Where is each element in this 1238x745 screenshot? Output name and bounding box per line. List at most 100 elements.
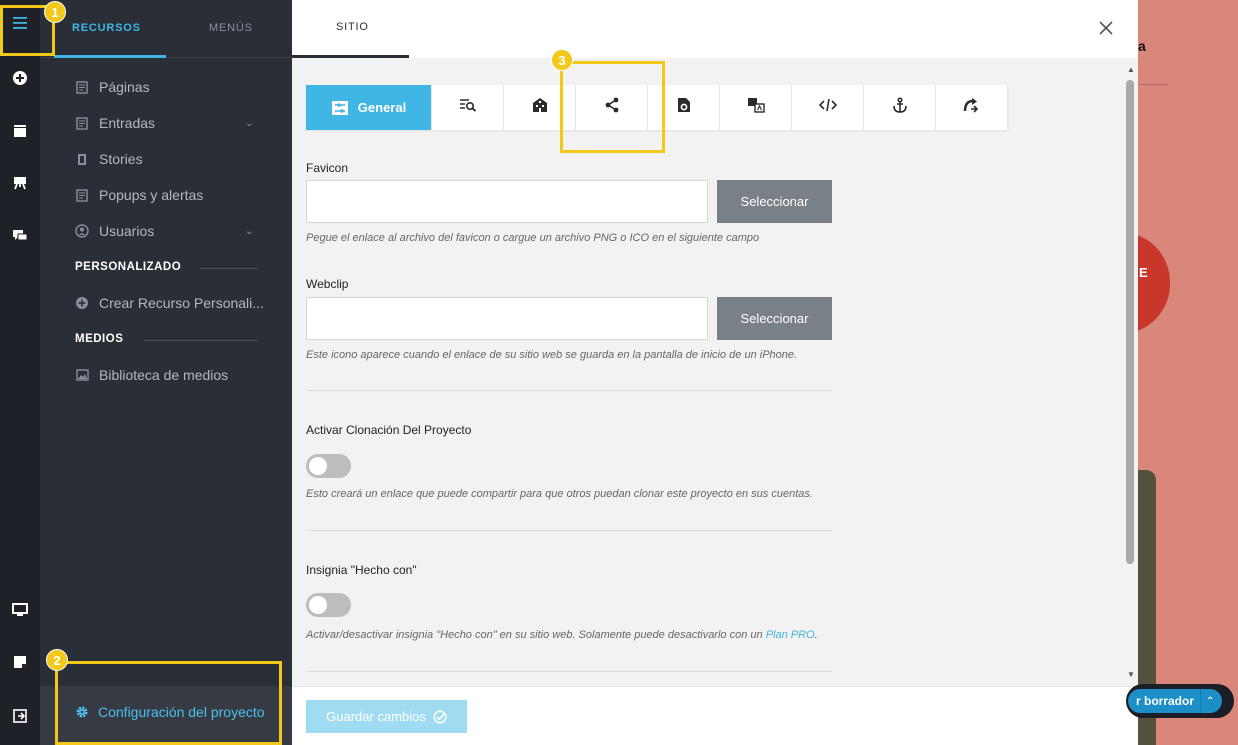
save-draft-label: r borrador: [1136, 694, 1195, 708]
sidebar-item-label: Stories: [99, 151, 143, 167]
add-circle-icon[interactable]: [0, 60, 40, 96]
section-medios: MEDIOS: [75, 333, 124, 345]
logout-icon[interactable]: [0, 698, 40, 734]
icon-rail: [0, 0, 40, 745]
code-icon: [818, 98, 837, 117]
badge-help-text: Activar/desactivar insignia "Hecho con" …: [306, 629, 818, 641]
easel-icon[interactable]: [0, 165, 40, 201]
callout-box-2: [55, 661, 282, 745]
callout-box-3: [560, 61, 665, 153]
translate-icon: [747, 97, 765, 118]
cloning-label: Activar Clonación Del Proyecto: [306, 423, 472, 437]
tab-sitio[interactable]: SITIO: [336, 21, 369, 33]
section-divider: [144, 340, 257, 341]
note-icon[interactable]: [0, 644, 40, 680]
plan-pro-link[interactable]: Plan PRO: [766, 629, 815, 641]
sidebar-item-paginas[interactable]: Páginas: [75, 76, 150, 98]
toggle-knob: [309, 457, 327, 475]
file-gear-icon: [677, 97, 691, 118]
section-divider: [306, 530, 832, 531]
save-changes-button[interactable]: Guardar cambios: [306, 700, 467, 733]
section-personalizado: PERSONALIZADO: [75, 261, 182, 273]
scroll-down-icon[interactable]: ▼: [1126, 669, 1136, 679]
tool-code[interactable]: [792, 85, 864, 130]
background-mark: a: [1138, 38, 1146, 54]
callout-badge-1: 1: [44, 1, 66, 23]
chevron-down-icon[interactable]: ⌄: [245, 220, 253, 242]
sidebar-item-usuarios[interactable]: Usuarios ⌄: [75, 220, 295, 242]
section-divider: [306, 390, 832, 391]
background-page-preview: a E: [1138, 0, 1238, 745]
save-changes-label: Guardar cambios: [326, 709, 426, 724]
sidebar-item-popups[interactable]: Popups y alertas: [75, 184, 203, 206]
badge-label: Insignia "Hecho con": [306, 563, 417, 577]
badge-toggle[interactable]: [306, 593, 351, 617]
badge-help-prefix: Activar/desactivar insignia "Hecho con" …: [306, 629, 766, 641]
webclip-label: Webclip: [306, 277, 349, 291]
favicon-help-text: Pegue el enlace al archivo del favicon o…: [306, 232, 760, 244]
page-icon: [75, 116, 89, 130]
box-icon[interactable]: [0, 113, 40, 149]
scroll-up-icon[interactable]: ▲: [1126, 64, 1136, 74]
building-icon: [531, 97, 549, 118]
tool-general[interactable]: General: [306, 85, 432, 130]
toggle-knob: [309, 596, 327, 614]
anchor-icon: [892, 97, 908, 118]
story-icon: [75, 152, 89, 166]
webclip-input[interactable]: [306, 297, 708, 340]
draft-separator: [1200, 689, 1202, 713]
active-tab-indicator: [54, 55, 166, 58]
tool-general-label: General: [357, 100, 407, 115]
sidebar-item-label: Usuarios: [99, 223, 155, 239]
chevron-up-icon[interactable]: ⌃: [1206, 696, 1214, 707]
webclip-help-text: Este icono aparece cuando el enlace de s…: [306, 349, 798, 361]
background-line: [1138, 84, 1168, 85]
panel-header: SITIO: [292, 0, 1138, 58]
cloning-toggle[interactable]: [306, 454, 351, 478]
redirect-icon: [963, 97, 981, 118]
favicon-select-button[interactable]: Seleccionar: [717, 180, 832, 223]
sidebar-item-crear-recurso[interactable]: Crear Recurso Personali...: [75, 292, 264, 314]
tool-seo[interactable]: [432, 85, 504, 130]
page-icon: [75, 188, 89, 202]
tool-redirect[interactable]: [936, 85, 1008, 130]
section-divider: [200, 268, 257, 269]
site-settings-panel: SITIO General Favicon Seleccionar Pegue …: [292, 0, 1138, 745]
tool-translate[interactable]: [720, 85, 792, 130]
scrollbar-thumb[interactable]: [1126, 80, 1134, 564]
user-icon: [75, 224, 89, 238]
sidebar-item-biblioteca[interactable]: Biblioteca de medios: [75, 364, 228, 386]
monitor-icon[interactable]: [0, 592, 40, 628]
check-circle-icon: [433, 709, 447, 724]
sidebar-item-stories[interactable]: Stories: [75, 148, 143, 170]
webclip-select-button[interactable]: Seleccionar: [717, 297, 832, 340]
add-circle-icon: [75, 296, 89, 310]
callout-badge-3: 3: [551, 49, 573, 71]
tab-recursos[interactable]: RECURSOS: [72, 22, 141, 34]
page-icon: [75, 80, 89, 94]
chat-icon[interactable]: [0, 218, 40, 254]
sidebar-item-label: Páginas: [99, 79, 150, 95]
tab-menus[interactable]: MENÚS: [209, 22, 253, 34]
panel-footer: Guardar cambios: [292, 686, 1138, 745]
cloning-help-text: Esto creará un enlace que puede comparti…: [306, 488, 813, 500]
resources-sidebar: RECURSOS MENÚS Páginas Entradas ⌄ Storie…: [40, 0, 292, 745]
close-icon[interactable]: [1096, 18, 1116, 38]
tool-anchor[interactable]: [864, 85, 936, 130]
favicon-label: Favicon: [306, 161, 349, 175]
sidebar-item-label: Entradas: [99, 115, 156, 131]
sidebar-item-label: Crear Recurso Personali...: [99, 295, 264, 311]
sidebar-item-label: Popups y alertas: [99, 187, 204, 203]
sidebar-item-label: Biblioteca de medios: [99, 367, 229, 383]
general-settings-icon: [331, 100, 349, 116]
save-draft-button[interactable]: r borrador ⌃: [1128, 689, 1222, 713]
favicon-input[interactable]: [306, 180, 708, 223]
callout-badge-2: 2: [46, 649, 68, 671]
image-icon: [75, 368, 89, 382]
chevron-down-icon[interactable]: ⌄: [245, 112, 253, 134]
sidebar-item-entradas[interactable]: Entradas ⌄: [75, 112, 295, 134]
background-letter: E: [1139, 265, 1148, 280]
section-divider: [306, 671, 832, 672]
badge-help-suffix: .: [814, 629, 818, 641]
sidebar-tabs: RECURSOS MENÚS: [40, 0, 292, 58]
